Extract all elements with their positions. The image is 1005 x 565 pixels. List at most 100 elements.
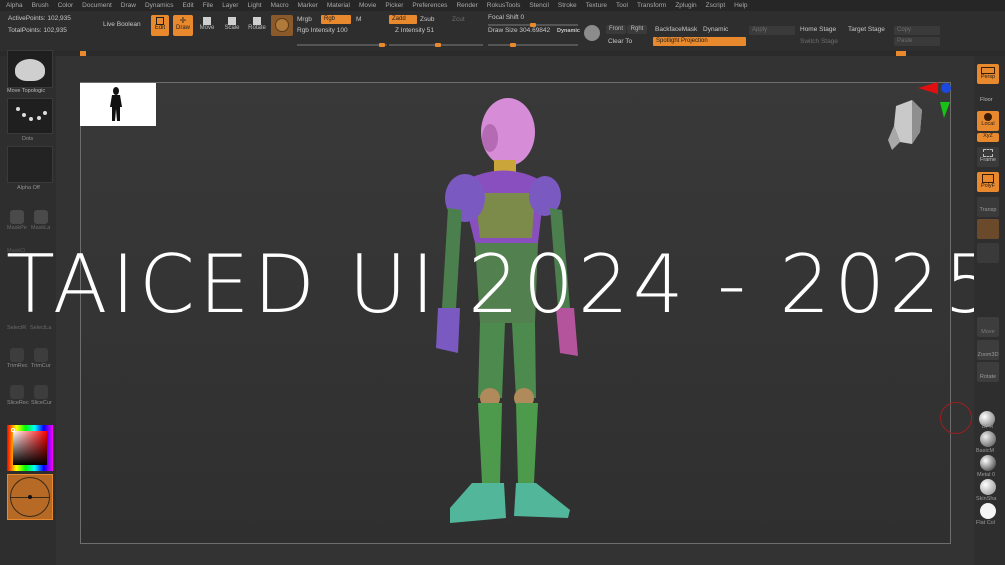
xyz-button[interactable]: XyZ — [977, 133, 999, 142]
floor-button[interactable]: Floor — [980, 97, 993, 103]
solo-button[interactable] — [977, 243, 999, 263]
lightbox-icon[interactable] — [584, 25, 600, 41]
move-view-button[interactable]: Move — [977, 317, 999, 337]
rgb-button[interactable]: Rgb — [321, 15, 351, 24]
color-swatch[interactable] — [7, 474, 53, 520]
menu-item-zplugin[interactable]: Zplugin — [675, 2, 696, 9]
local-button[interactable]: Local — [977, 111, 999, 131]
menu-item-dynamics[interactable]: Dynamics — [145, 2, 174, 9]
material-swatch[interactable] — [271, 15, 293, 36]
rotate-button[interactable]: Rotate — [246, 15, 268, 36]
local-icon — [984, 113, 992, 121]
alpha-tile[interactable] — [7, 146, 53, 183]
menu-item-material[interactable]: Material — [327, 2, 350, 9]
menu-item-light[interactable]: Light — [247, 2, 261, 9]
menu-item-file[interactable]: File — [203, 2, 213, 9]
slider-knob[interactable] — [435, 43, 441, 47]
home-stage-button[interactable]: Home Stage — [800, 26, 836, 33]
menu-item-zscript[interactable]: Zscript — [706, 2, 726, 9]
polyf-button[interactable]: PolyF — [977, 172, 999, 192]
rotate-label: Rotate — [248, 25, 266, 31]
trim-curve-icon[interactable] — [34, 348, 48, 362]
ghost-button[interactable] — [977, 219, 999, 239]
right-shelf: Persp Floor Local XyZ Frame PolyF Transp… — [974, 56, 1005, 565]
dynamic-button[interactable]: Dynamic — [557, 28, 580, 34]
frame-button[interactable]: Frame — [977, 147, 999, 167]
menu-item-brush[interactable]: Brush — [32, 2, 49, 9]
live-boolean-button[interactable]: Live Boolean — [103, 21, 141, 28]
thumbnail-navigator[interactable] — [80, 83, 156, 126]
menu-item-picker[interactable]: Picker — [385, 2, 403, 9]
menu-item-marker[interactable]: Marker — [298, 2, 318, 9]
slider-knob[interactable] — [379, 43, 385, 47]
menu-item-help[interactable]: Help — [734, 2, 747, 9]
draw-icon: ✛ — [179, 16, 187, 25]
menu-item-edit[interactable]: Edit — [183, 2, 194, 9]
backface-dynamic-button[interactable]: Dynamic — [703, 26, 728, 33]
menu-item-movie[interactable]: Movie — [359, 2, 376, 9]
color-picker[interactable] — [7, 425, 53, 471]
mask-lasso-icon[interactable] — [34, 210, 48, 224]
zoom3d-label: Zoom3D — [977, 352, 999, 358]
mrgb-button[interactable]: Mrgb — [297, 16, 312, 23]
zcut-button[interactable]: Zcut — [452, 16, 465, 23]
menu-item-texture[interactable]: Texture — [586, 2, 607, 9]
zoom3d-button[interactable]: Zoom3D — [977, 340, 999, 360]
apply-button[interactable]: Apply — [749, 26, 795, 35]
figure-silhouette-icon — [110, 87, 122, 121]
trim-rect-icon[interactable] — [10, 348, 24, 362]
copy-button[interactable]: Copy — [894, 26, 940, 35]
draw-size-slider[interactable] — [488, 43, 578, 47]
menu-item-draw[interactable]: Draw — [121, 2, 136, 9]
scale-button[interactable]: Scale — [222, 15, 242, 36]
right-button[interactable]: Rght — [627, 25, 647, 34]
basic-material-icon[interactable] — [980, 431, 996, 447]
backface-mask-button[interactable]: BackfaceMask — [655, 26, 697, 33]
menu-item-stencil[interactable]: Stencil — [529, 2, 549, 9]
menu-item-rokustools[interactable]: RokusTools — [487, 2, 521, 9]
m-button[interactable]: M — [356, 16, 361, 23]
flat-color-icon[interactable] — [980, 503, 996, 519]
slice-curve-icon[interactable] — [34, 385, 48, 399]
paste-button[interactable]: Paste — [894, 37, 940, 46]
rotate-view-button[interactable]: Rotate — [977, 362, 999, 382]
zsub-button[interactable]: Zsub — [420, 16, 434, 23]
focal-shift-slider[interactable] — [488, 23, 578, 27]
active-points: ActivePoints: 102,935 — [8, 15, 71, 22]
menu-item-layer[interactable]: Layer — [222, 2, 238, 9]
mask-pen-icon[interactable] — [10, 210, 24, 224]
menu-item-document[interactable]: Document — [82, 2, 112, 9]
brush-label: Move Topologic — [7, 88, 46, 94]
menu-item-stroke[interactable]: Stroke — [558, 2, 577, 9]
menu-item-alpha[interactable]: Alpha — [6, 2, 23, 9]
clear-to-button[interactable]: Clear To — [608, 38, 632, 45]
slice-rect-icon[interactable] — [10, 385, 24, 399]
zadd-button[interactable]: Zadd — [389, 15, 417, 24]
local-label: Local — [981, 121, 995, 127]
skin-shader-icon[interactable] — [980, 479, 996, 495]
front-button[interactable]: Front — [606, 25, 626, 34]
stroke-tile[interactable] — [7, 98, 53, 134]
switch-stage-button[interactable]: Switch Stage — [800, 38, 838, 45]
scale-label: Scale — [224, 25, 240, 31]
menu-item-render[interactable]: Render — [456, 2, 477, 9]
slider-knob[interactable] — [510, 43, 516, 47]
menu-item-transform[interactable]: Transform — [637, 2, 666, 9]
menu-item-preferences[interactable]: Preferences — [412, 2, 447, 9]
edit-button[interactable]: Edit — [151, 15, 169, 36]
transp-button[interactable]: Transp — [977, 197, 999, 217]
spotlight-projection-button[interactable]: Spotlight Projection — [653, 37, 746, 46]
z-intensity-slider[interactable] — [389, 43, 483, 47]
menu-item-macro[interactable]: Macro — [271, 2, 289, 9]
menu-item-color[interactable]: Color — [58, 2, 74, 9]
brush-tile[interactable] — [7, 50, 53, 88]
persp-button[interactable]: Persp — [977, 64, 999, 84]
move-button[interactable]: Move — [197, 15, 217, 36]
metal-material-icon[interactable] — [980, 455, 996, 471]
menu-item-tool[interactable]: Tool — [616, 2, 628, 9]
rgb-intensity-slider[interactable] — [297, 43, 387, 47]
trim-rect-label: TrimRec — [7, 363, 28, 369]
axis-gizmo-icon[interactable] — [918, 80, 952, 118]
target-stage-button[interactable]: Target Stage — [848, 26, 885, 33]
draw-button[interactable]: ✛ Draw — [173, 15, 193, 36]
